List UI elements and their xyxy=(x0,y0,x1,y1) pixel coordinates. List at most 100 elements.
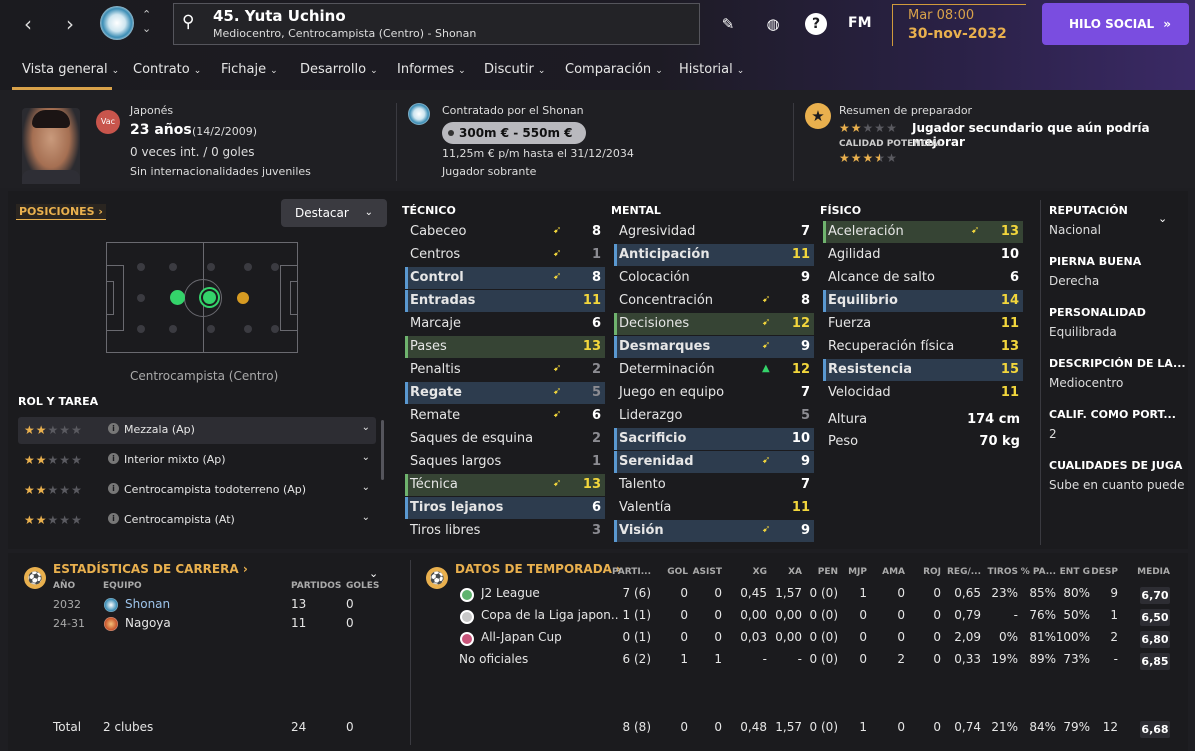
attribute-value: 8 xyxy=(591,270,601,285)
season-value: 0 xyxy=(714,630,722,644)
edit-pencil-icon[interactable]: ✎ xyxy=(717,13,739,35)
role-item[interactable]: ★★★★★ i Centrocampista (At) ⌄ xyxy=(18,507,376,534)
tab-7[interactable]: Historial ⌄ xyxy=(679,62,744,77)
info-icon[interactable]: i xyxy=(108,423,119,434)
info-value: 2 xyxy=(1049,427,1057,441)
attribute-row: Equilibrio 14 xyxy=(823,290,1023,312)
chevron-down-icon[interactable]: ⌄ xyxy=(362,482,370,493)
tab-3[interactable]: Desarrollo ⌄ xyxy=(300,62,378,77)
season-col-header: MJP xyxy=(848,567,867,577)
chevron-down-icon[interactable]: ⌄ xyxy=(369,567,378,580)
search-icon[interactable]: ⚲ xyxy=(182,12,194,32)
attribute-value: 6 xyxy=(591,500,601,515)
forward-arrow-icon[interactable]: › xyxy=(58,12,82,36)
attribute-value: 2 xyxy=(591,431,601,446)
chevron-down-icon[interactable]: ⌄ xyxy=(362,452,370,463)
positions-link[interactable]: POSICIONES › xyxy=(16,204,106,220)
competition-name[interactable]: Copa de la Liga japon... xyxy=(481,608,619,622)
attribute-value: 11 xyxy=(791,500,810,515)
info-heading: PERSONALIDAD xyxy=(1049,306,1146,319)
attribute-row: Sacrificio 10 xyxy=(614,428,814,450)
position-dot xyxy=(271,325,279,333)
divider xyxy=(410,560,411,745)
player-avatar xyxy=(22,108,80,184)
height-value: 174 cm xyxy=(967,412,1020,427)
attribute-row: Remate ➹ 6 xyxy=(405,405,605,427)
tab-1[interactable]: Contrato ⌄ xyxy=(133,62,201,77)
attribute-row: Saques largos 1 xyxy=(405,451,605,473)
tab-2[interactable]: Fichaje ⌄ xyxy=(221,62,278,77)
date-day: 30-nov-2032 xyxy=(908,26,1007,42)
role-item[interactable]: ★★★★★ i Mezzala (Ap) ⌄ xyxy=(18,417,376,444)
info-icon[interactable]: i xyxy=(108,453,119,464)
potential-label: CALIDAD POTENCIAL xyxy=(839,139,944,149)
arrow-trend-icon: ➹ xyxy=(762,340,771,351)
role-item[interactable]: ★★★★★ i Centrocampista todoterreno (Ap) ⌄ xyxy=(18,477,376,504)
club-crest-icon xyxy=(408,103,430,125)
social-feed-button[interactable]: HILO SOCIAL » xyxy=(1042,3,1189,45)
info-icon[interactable]: i xyxy=(108,513,119,524)
attribute-name: Desmarques xyxy=(619,339,711,354)
birth-date: (14/2/2009) xyxy=(192,125,257,138)
chevron-down-icon[interactable]: ⌄ xyxy=(142,22,151,35)
attribute-row: Valentía 11 xyxy=(614,497,814,519)
attribute-row: Marcaje 6 xyxy=(405,313,605,335)
attribute-row: Velocidad 11 xyxy=(823,382,1023,404)
attribute-value: 13 xyxy=(582,477,601,492)
attribute-name: Tiros lejanos xyxy=(410,500,504,515)
fm-menu[interactable]: FM xyxy=(848,15,872,31)
attribute-value: 6 xyxy=(591,316,601,331)
season-col-header: XG xyxy=(752,567,767,577)
season-col-header: ROJ xyxy=(923,567,941,577)
info-heading: DESCRIPCIÓN DE LA... xyxy=(1049,357,1186,370)
tab-6[interactable]: Comparación ⌄ xyxy=(565,62,663,77)
attribute-value: 13 xyxy=(1000,224,1019,239)
info-icon[interactable]: i xyxy=(108,483,119,494)
attribute-name: Regate xyxy=(410,385,462,400)
tab-label: Discutir xyxy=(484,62,534,77)
chevron-down-icon: ⌄ xyxy=(370,66,378,76)
chevron-down-icon[interactable]: ⌄ xyxy=(362,422,370,433)
season-value: 0 xyxy=(933,652,941,666)
career-year: 2032 xyxy=(53,598,81,611)
arrow-trend-icon: ➹ xyxy=(553,225,562,236)
competition-name[interactable]: J2 League xyxy=(481,586,619,600)
contracted-by: Contratado por el Shonan xyxy=(442,104,584,117)
tab-4[interactable]: Informes ⌄ xyxy=(397,62,466,77)
position-dot xyxy=(137,294,145,302)
position-natural-dot xyxy=(170,290,185,305)
position-dot xyxy=(207,263,215,271)
career-team[interactable]: Shonan xyxy=(125,597,170,611)
attribute-name: Agilidad xyxy=(828,247,881,262)
season-total-value: 0 xyxy=(714,720,722,734)
club-crest-icon[interactable] xyxy=(100,6,134,40)
help-icon[interactable]: ? xyxy=(805,13,827,35)
career-stats-link[interactable]: ESTADÍSTICAS DE CARRERA › xyxy=(53,562,248,576)
position-dot xyxy=(137,263,145,271)
competition-name[interactable]: No oficiales xyxy=(459,652,619,666)
globe-icon[interactable]: ◍ xyxy=(762,13,784,35)
tab-0[interactable]: Vista general ⌄ xyxy=(22,62,119,77)
season-col-header: XA xyxy=(788,567,802,577)
attribute-value: 9 xyxy=(800,270,810,285)
attribute-name: Pases xyxy=(410,339,447,354)
role-item[interactable]: ★★★★★ i Interior mixto (Ap) ⌄ xyxy=(18,447,376,474)
attribute-name: Saques largos xyxy=(410,454,502,469)
tab-5[interactable]: Discutir ⌄ xyxy=(484,62,545,77)
chevron-down-icon[interactable]: ⌄ xyxy=(362,512,370,523)
highlight-dropdown[interactable]: Destacar ⌄ xyxy=(281,199,387,227)
roles-scrollbar[interactable] xyxy=(381,420,384,480)
career-team[interactable]: Nagoya xyxy=(125,616,171,630)
arrow-trend-icon: ➹ xyxy=(553,271,562,282)
back-arrow-icon[interactable]: ‹ xyxy=(16,12,40,36)
tab-label: Vista general xyxy=(22,62,108,77)
position-current-dot xyxy=(201,289,218,306)
social-button-label: HILO SOCIAL xyxy=(1069,17,1155,31)
attribute-name: Centros xyxy=(410,247,461,262)
chevron-up-icon[interactable]: ⌃ xyxy=(142,8,151,21)
season-stats-link[interactable]: DATOS DE TEMPORADA › xyxy=(455,562,621,576)
col-apps: PARTIDOS xyxy=(291,581,342,591)
attribute-name: Saques de esquina xyxy=(410,431,534,446)
competition-name[interactable]: All-Japan Cup xyxy=(481,630,619,644)
attribute-name: Remate xyxy=(410,408,461,423)
